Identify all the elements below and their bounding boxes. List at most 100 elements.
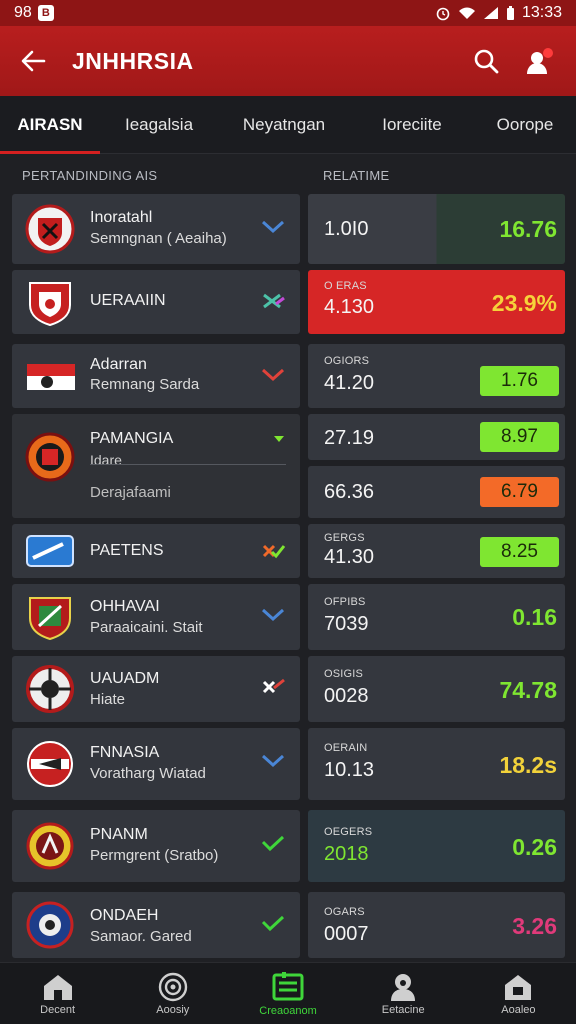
section-header-matches: PERTANDINDING AIS (22, 168, 158, 183)
tab-neyatngan[interactable]: Neyatngan (218, 96, 350, 154)
odds-cell-1[interactable]: 1.0I0 16.76 (308, 194, 565, 264)
team-subname: Paraaicaini. Stait (90, 619, 203, 636)
team-subname: Remnang Sarda (90, 376, 200, 393)
status-time: 13:33 (521, 4, 562, 21)
swap-icon[interactable] (260, 678, 286, 696)
odds-cell-4b[interactable]: 66.36 6.79 (308, 466, 565, 518)
nav-scoreboard[interactable]: Creaoanom (230, 963, 345, 1024)
odds-value: 18.2s (499, 752, 557, 778)
nav-label: Decent (40, 1003, 76, 1016)
team-crest-icon (26, 901, 74, 949)
user-notification-icon (527, 48, 553, 74)
home-icon (43, 974, 72, 1000)
live-value: 0007 (324, 923, 369, 945)
search-button[interactable] (466, 41, 506, 81)
odds-pill[interactable]: 8.97 (480, 422, 559, 452)
odds-label: OSIGIS (324, 668, 364, 680)
odds-cell-9[interactable]: OEGERS 2018 0.26 (308, 810, 565, 882)
odds-cell-8[interactable]: OERAIN 10.13 18.2s (308, 728, 565, 800)
tab-ioreciite[interactable]: Ioreciite (350, 96, 474, 154)
odds-cell-5[interactable]: GERGS 41.30 8.25 (308, 524, 565, 578)
match-row-10[interactable]: ONDAEH Samaor. Gared (12, 892, 300, 958)
odds-label: OGARS (324, 906, 365, 918)
tab-oorope[interactable]: Oorope (474, 96, 576, 154)
odds-label: OERAIN (324, 742, 368, 754)
match-row-8[interactable]: FNNASIA Voratharg Wiatad (12, 728, 300, 800)
team-crest-icon (27, 741, 73, 787)
live-value: 10.13 (324, 759, 375, 781)
tab-bar: AIRASN Ieagalsia Neyatngan Ioreciite Oor… (0, 96, 576, 154)
bottom-nav: Decent Aoosiy Creaoanom Eetacine Aoaleo (0, 962, 576, 1024)
odds-pill[interactable]: 8.25 (480, 537, 559, 567)
odds-value: 23.9% (491, 290, 557, 316)
team-name: Inoratahl (90, 209, 153, 226)
odds-cell-3[interactable]: OGIORS 41.20 1.76 (308, 344, 565, 408)
match-row-2[interactable]: UERAAIIN (12, 270, 300, 334)
odds-label: OFPIBS (324, 596, 366, 608)
tab-ieagalsia[interactable]: Ieagalsia (100, 96, 218, 154)
match-row-1[interactable]: Inoratahl Semngnan ( Aeaiha) (12, 194, 300, 264)
swap-icon[interactable] (260, 542, 286, 560)
match-row-9[interactable]: PNANM Permgrent (Sratbo) (12, 810, 300, 882)
odds-cell-6[interactable]: OFPIBS 7039 0.16 (308, 584, 565, 650)
target-icon (158, 972, 187, 1001)
match-row-4[interactable]: PAMANGIA Idare Derajafaami (12, 414, 300, 518)
nav-more[interactable]: Aoaleo (461, 963, 576, 1024)
nav-label: Aoosiy (156, 1003, 190, 1016)
odds-cell-2[interactable]: O ERAS 4.130 23.9% (308, 270, 565, 334)
battery-icon (506, 5, 514, 20)
team-crest-icon (25, 432, 75, 482)
odds-cell-7[interactable]: OSIGIS 0028 74.78 (308, 656, 565, 722)
odds-pill[interactable]: 6.79 (480, 477, 559, 507)
notification-icon: B (37, 5, 54, 21)
live-value: 1.0I0 (324, 218, 369, 240)
signal-icon (483, 7, 498, 19)
team-name: OHHAVAI (90, 598, 160, 615)
chevron-down-icon[interactable] (260, 606, 286, 624)
nav-label: Creaoanom (259, 1004, 317, 1017)
odds-cell-4a[interactable]: 27.19 8.97 (308, 414, 565, 460)
nav-activity[interactable]: Aoosiy (115, 963, 230, 1024)
expand-icon[interactable] (272, 430, 286, 448)
team-name: UAUADM (90, 670, 160, 687)
odds-label: O ERAS (324, 280, 367, 292)
team-name: FNNASIA (90, 744, 160, 761)
odds-cell-10[interactable]: OGARS 0007 3.26 (308, 892, 565, 958)
chevron-down-icon[interactable] (260, 218, 286, 236)
live-value: 2018 (324, 843, 369, 865)
page-title: JNHHRSIA (72, 47, 194, 74)
wifi-icon (458, 7, 475, 19)
live-value: 7039 (324, 613, 369, 635)
check-icon[interactable] (260, 914, 286, 932)
odds-pill[interactable]: 1.76 (480, 366, 559, 396)
divider (90, 464, 286, 465)
nav-profile[interactable]: Eetacine (346, 963, 461, 1024)
live-value: 66.36 (324, 481, 375, 503)
search-icon (474, 49, 499, 74)
team-crest-icon (25, 204, 75, 254)
profile-button[interactable] (520, 41, 560, 81)
odds-value: 16.76 (499, 216, 557, 242)
team-subname: Semngnan ( Aeaiha) (90, 230, 227, 247)
team-crest-icon (29, 597, 71, 641)
team-name: PAMANGIA (90, 430, 174, 447)
match-row-7[interactable]: UAUADM Hiate (12, 656, 300, 722)
tab-airasn[interactable]: AIRASN (0, 96, 100, 154)
team-name: UERAAIIN (90, 292, 166, 309)
chevron-down-icon[interactable] (260, 752, 286, 770)
live-value: 41.20 (324, 372, 375, 394)
team-crest-icon (29, 282, 71, 327)
team-name: Adarran (90, 356, 147, 373)
chevron-down-icon[interactable] (260, 366, 286, 384)
back-button[interactable] (16, 44, 50, 78)
check-icon[interactable] (260, 834, 286, 852)
store-icon (505, 974, 532, 1000)
odds-value: 3.26 (512, 913, 557, 939)
swap-icon[interactable] (260, 292, 286, 310)
nav-home[interactable]: Decent (0, 963, 115, 1024)
match-row-6[interactable]: OHHAVAI Paraaicaini. Stait (12, 584, 300, 650)
status-bar: 98 B 13:33 (0, 0, 576, 26)
app-bar: JNHHRSIA (0, 26, 576, 96)
match-row-5[interactable]: PAETENS (12, 524, 300, 578)
match-row-3[interactable]: Adarran Remnang Sarda (12, 344, 300, 408)
